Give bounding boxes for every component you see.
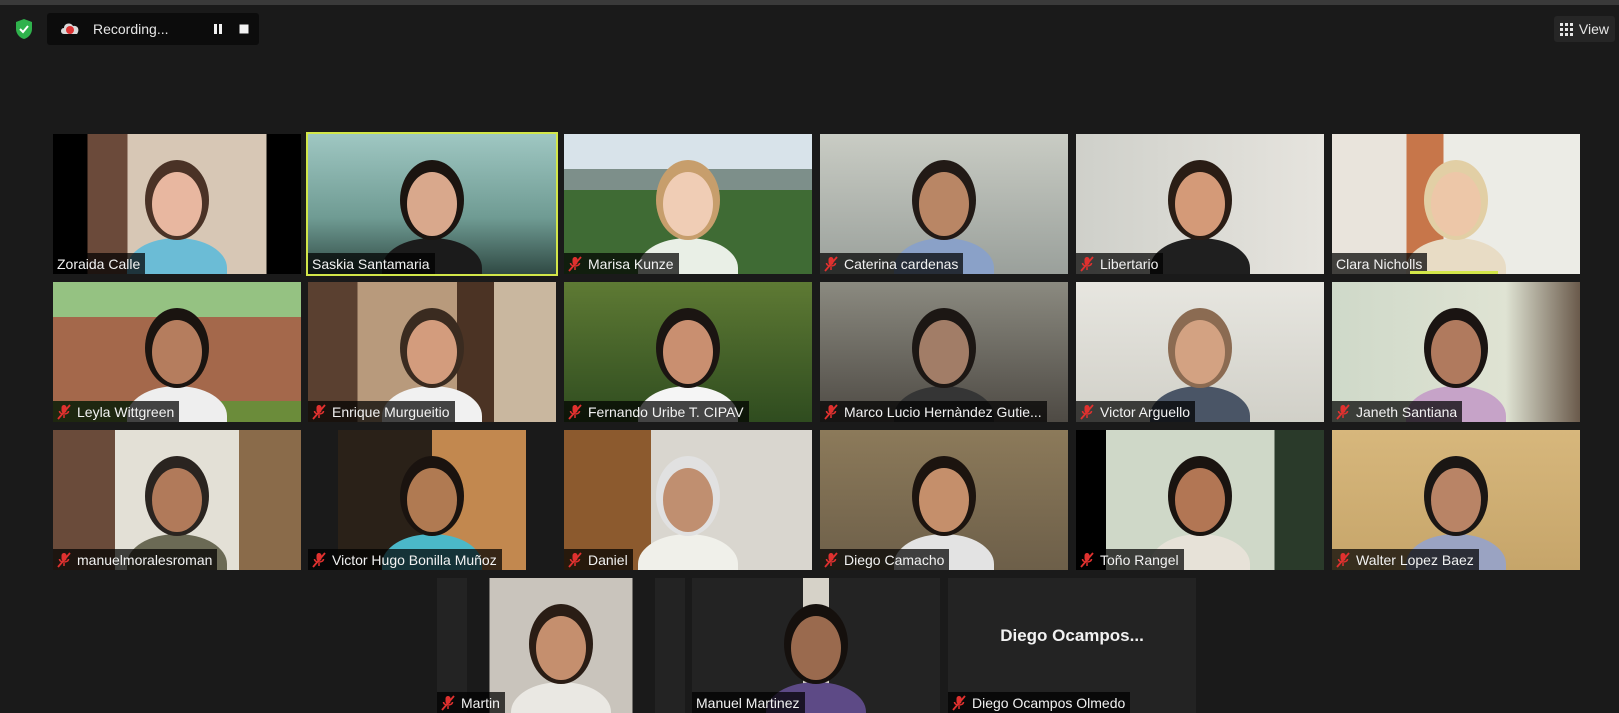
- participant-tile[interactable]: Marisa Kunze: [564, 134, 812, 274]
- muted-mic-icon: [1336, 403, 1350, 420]
- view-button[interactable]: View: [1553, 16, 1615, 42]
- muted-mic-icon: [1336, 551, 1350, 568]
- participant-tile[interactable]: Caterina cardenas: [820, 134, 1068, 274]
- muted-mic-icon: [952, 694, 966, 711]
- participant-name: Walter Lopez Baez: [1356, 551, 1474, 568]
- participant-tile[interactable]: Clara Nicholls: [1332, 134, 1580, 274]
- participant-name: Leyla Wittgreen: [77, 403, 175, 420]
- participant-name: manuelmoralesroman: [77, 551, 213, 568]
- muted-mic-icon: [824, 403, 838, 420]
- participant-tile[interactable]: Marco Lucio Hernàndez Gutie...: [820, 282, 1068, 422]
- participant-name-tag: Diego Ocampos Olmedo: [948, 692, 1131, 713]
- muted-mic-icon: [312, 551, 326, 568]
- participant-name-tag: Victor Arguello: [1076, 401, 1196, 422]
- participant-tile[interactable]: Manuel Martinez: [692, 578, 940, 713]
- participant-tile[interactable]: Diego Camacho: [820, 430, 1068, 570]
- participant-name-tag: Daniel: [564, 549, 633, 570]
- muted-mic-icon: [57, 403, 71, 420]
- participant-tile[interactable]: Daniel: [564, 430, 812, 570]
- shield-icon[interactable]: [14, 18, 34, 40]
- participant-name-tag: Caterina cardenas: [820, 253, 964, 274]
- participant-tile[interactable]: Saskia Santamaria: [306, 132, 558, 276]
- participant-name: Daniel: [588, 551, 628, 568]
- participant-name: Victor Hugo Bonilla Muñoz: [332, 551, 497, 568]
- muted-mic-icon: [824, 551, 838, 568]
- muted-mic-icon: [568, 403, 582, 420]
- participant-name: Saskia Santamaria: [312, 255, 430, 272]
- participant-name-tag: manuelmoralesroman: [53, 549, 218, 570]
- muted-mic-icon: [312, 403, 326, 420]
- participant-tile[interactable]: Libertario: [1076, 134, 1324, 274]
- participant-name: Manuel Martinez: [696, 694, 800, 711]
- participant-tile[interactable]: Zoraida Calle: [53, 134, 301, 274]
- participant-name-tag: Martin: [437, 692, 505, 713]
- muted-mic-icon: [568, 255, 582, 272]
- muted-mic-icon: [568, 551, 582, 568]
- participant-name-tag: Diego Camacho: [820, 549, 950, 570]
- participant-name: Zoraida Calle: [57, 255, 141, 272]
- participant-tile[interactable]: Fernando Uribe T. CIPAV: [564, 282, 812, 422]
- stop-recording-button[interactable]: [233, 18, 255, 40]
- participant-name-tag: Victor Hugo Bonilla Muñoz: [308, 549, 502, 570]
- muted-mic-icon: [1080, 551, 1094, 568]
- participant-name: Marisa Kunze: [588, 255, 674, 272]
- participant-name: Janeth Santiana: [1356, 403, 1458, 420]
- participant-name-tag: Manuel Martinez: [692, 692, 805, 713]
- pause-icon: [214, 24, 222, 34]
- muted-mic-icon: [1080, 403, 1094, 420]
- participant-name: Victor Arguello: [1100, 403, 1191, 420]
- participant-tile[interactable]: Victor Arguello: [1076, 282, 1324, 422]
- participant-name-tag: Zoraida Calle: [53, 253, 146, 274]
- participant-name-tag: Toño Rangel: [1076, 549, 1184, 570]
- participant-name: Toño Rangel: [1100, 551, 1179, 568]
- participant-name-tag: Marco Lucio Hernàndez Gutie...: [820, 401, 1047, 422]
- participant-tile[interactable]: Enrique Murgueitio: [308, 282, 556, 422]
- participant-name-tag: Libertario: [1076, 253, 1164, 274]
- muted-mic-icon: [824, 255, 838, 272]
- participant-name-tag: Marisa Kunze: [564, 253, 679, 274]
- participant-name-tag: Saskia Santamaria: [308, 253, 435, 274]
- participant-tile[interactable]: Leyla Wittgreen: [53, 282, 301, 422]
- cloud-recording-icon: [61, 23, 79, 34]
- participant-name-tag: Leyla Wittgreen: [53, 401, 180, 422]
- participant-name: Fernando Uribe T. CIPAV: [588, 403, 744, 420]
- participant-tile[interactable]: Victor Hugo Bonilla Muñoz: [308, 430, 556, 570]
- participant-name: Caterina cardenas: [844, 255, 959, 272]
- participant-name-tag: Walter Lopez Baez: [1332, 549, 1479, 570]
- participant-name: Diego Ocampos Olmedo: [972, 694, 1126, 711]
- participant-tile[interactable]: Diego Ocampos... Diego Ocampos Olmedo: [948, 578, 1196, 713]
- participant-name: Martin: [461, 694, 500, 711]
- grid-view-icon: [1559, 22, 1573, 36]
- participant-tile[interactable]: Martin: [437, 578, 685, 713]
- participant-name: Clara Nicholls: [1336, 255, 1423, 272]
- participant-name-tag: Enrique Murgueitio: [308, 401, 455, 422]
- view-label: View: [1578, 21, 1609, 37]
- participant-name: Marco Lucio Hernàndez Gutie...: [844, 403, 1042, 420]
- window-top-edge: [0, 0, 1619, 5]
- participant-tile[interactable]: Walter Lopez Baez: [1332, 430, 1580, 570]
- audio-level-bar: [1410, 271, 1498, 274]
- recording-status: Recording...: [93, 21, 169, 37]
- muted-mic-icon: [57, 551, 71, 568]
- participant-tile[interactable]: Janeth Santiana: [1332, 282, 1580, 422]
- pause-recording-button[interactable]: [207, 18, 229, 40]
- participant-name: Libertario: [1100, 255, 1159, 272]
- participant-name-tag: Janeth Santiana: [1332, 401, 1463, 422]
- recording-bar: Recording...: [47, 13, 259, 45]
- stop-icon: [239, 24, 249, 34]
- participant-tile[interactable]: Toño Rangel: [1076, 430, 1324, 570]
- muted-mic-icon: [441, 694, 455, 711]
- participant-name-tag: Fernando Uribe T. CIPAV: [564, 401, 749, 422]
- participant-tile[interactable]: manuelmoralesroman: [53, 430, 301, 570]
- muted-mic-icon: [1080, 255, 1094, 272]
- participant-name: Enrique Murgueitio: [332, 403, 450, 420]
- participant-name: Diego Camacho: [844, 551, 945, 568]
